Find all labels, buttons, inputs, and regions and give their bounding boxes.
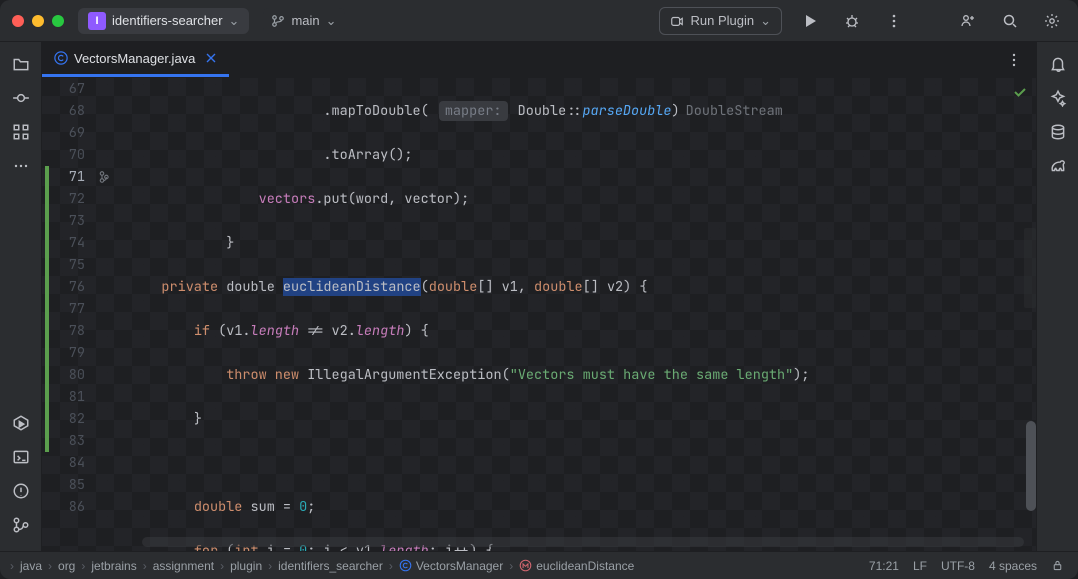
more-tool-button[interactable] bbox=[7, 152, 35, 180]
close-tab-button[interactable] bbox=[205, 52, 217, 64]
branch-name: main bbox=[291, 13, 319, 28]
line-number-gutter[interactable]: 6768697071727374757677787980818283848586 bbox=[49, 78, 95, 551]
caret-position[interactable]: 71:21 bbox=[869, 559, 899, 573]
breadcrumb-method[interactable]: › euclideanDistance bbox=[507, 559, 634, 573]
java-class-icon bbox=[54, 51, 68, 65]
tab-filename: VectorsManager.java bbox=[74, 51, 195, 66]
breadcrumb[interactable]: ›assignment bbox=[141, 559, 214, 573]
breadcrumb[interactable]: ›java bbox=[8, 559, 42, 573]
code-with-me-button[interactable] bbox=[954, 7, 982, 35]
zoom-window-button[interactable] bbox=[52, 15, 64, 27]
class-icon bbox=[399, 559, 412, 572]
branch-icon bbox=[271, 14, 285, 28]
editor-tab-active[interactable]: VectorsManager.java bbox=[42, 42, 229, 77]
vcs-change-gutter bbox=[42, 78, 49, 551]
indent-widget[interactable]: 4 spaces bbox=[989, 559, 1037, 573]
project-selector[interactable]: I identifiers-searcher ⌄ bbox=[78, 8, 249, 34]
vertical-scrollbar[interactable] bbox=[1026, 421, 1036, 511]
chevron-down-icon: ⌄ bbox=[760, 13, 771, 29]
run-config-label: Run Plugin bbox=[690, 13, 754, 28]
project-name: identifiers-searcher bbox=[112, 13, 223, 28]
gradle-tool-button[interactable] bbox=[1044, 152, 1072, 180]
database-tool-button[interactable] bbox=[1044, 118, 1072, 146]
code-editor[interactable]: 6768697071727374757677787980818283848586… bbox=[42, 78, 1036, 551]
vcs-tool-button[interactable] bbox=[7, 511, 35, 539]
notifications-tool-button[interactable] bbox=[1044, 50, 1072, 78]
horizontal-scrollbar[interactable] bbox=[142, 537, 1024, 547]
line-separator[interactable]: LF bbox=[913, 559, 927, 573]
commit-tool-button[interactable] bbox=[7, 84, 35, 112]
chevron-down-icon: ⌄ bbox=[229, 13, 240, 29]
fold-gutter[interactable] bbox=[95, 78, 125, 551]
git-branch-selector[interactable]: main ⌄ bbox=[263, 8, 344, 34]
titlebar: I identifiers-searcher ⌄ main ⌄ Run Plug… bbox=[0, 0, 1078, 42]
breadcrumb[interactable]: ›plugin bbox=[218, 559, 262, 573]
terminal-tool-button[interactable] bbox=[7, 443, 35, 471]
readonly-lock-icon[interactable] bbox=[1051, 559, 1064, 572]
debug-button[interactable] bbox=[838, 7, 866, 35]
window-controls bbox=[12, 15, 64, 27]
close-window-button[interactable] bbox=[12, 15, 24, 27]
file-encoding[interactable]: UTF-8 bbox=[941, 559, 975, 573]
project-icon: I bbox=[88, 12, 106, 30]
code-content[interactable]: .mapToDouble( mapper: Double::parseDoubl… bbox=[125, 78, 1036, 551]
chevron-down-icon: ⌄ bbox=[326, 13, 337, 29]
error-stripe[interactable] bbox=[1024, 228, 1036, 308]
problems-tool-button[interactable] bbox=[7, 477, 35, 505]
project-tool-button[interactable] bbox=[7, 50, 35, 78]
status-bar: ›java ›org ›jetbrains ›assignment ›plugi… bbox=[0, 551, 1078, 579]
breadcrumb[interactable]: ›identifiers_searcher bbox=[266, 559, 383, 573]
structure-tool-button[interactable] bbox=[7, 118, 35, 146]
services-tool-button[interactable] bbox=[7, 409, 35, 437]
breadcrumb[interactable]: ›jetbrains bbox=[79, 559, 136, 573]
breadcrumb-class[interactable]: › VectorsManager bbox=[387, 559, 503, 573]
search-everywhere-button[interactable] bbox=[996, 7, 1024, 35]
settings-button[interactable] bbox=[1038, 7, 1066, 35]
right-tool-strip bbox=[1036, 42, 1078, 551]
editor-tabs: VectorsManager.java bbox=[42, 42, 1036, 78]
tab-more-button[interactable] bbox=[1000, 46, 1028, 74]
left-tool-strip bbox=[0, 42, 42, 551]
method-icon bbox=[519, 559, 532, 572]
run-config-icon bbox=[670, 14, 684, 28]
analysis-ok-icon[interactable] bbox=[1012, 84, 1028, 100]
run-button[interactable] bbox=[796, 7, 824, 35]
run-config-selector[interactable]: Run Plugin ⌄ bbox=[659, 7, 782, 35]
ai-assistant-tool-button[interactable] bbox=[1044, 84, 1072, 112]
minimize-window-button[interactable] bbox=[32, 15, 44, 27]
breadcrumb[interactable]: ›org bbox=[46, 559, 75, 573]
more-actions-button[interactable] bbox=[880, 7, 908, 35]
